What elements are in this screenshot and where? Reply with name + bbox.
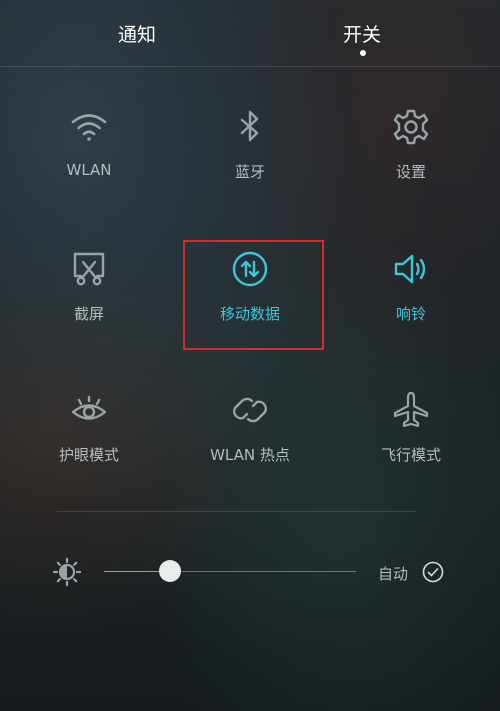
tile-label: 截屏 — [73, 305, 104, 323]
hotspot-icon — [233, 397, 267, 423]
active-tab-indicator — [360, 50, 366, 56]
check-icon[interactable] — [422, 561, 444, 583]
brightness-icon — [52, 557, 82, 587]
tile-screenshot[interactable]: 截屏 — [14, 249, 164, 324]
highlight-box — [183, 240, 324, 350]
wifi-icon — [71, 114, 107, 141]
gear-icon — [393, 109, 429, 145]
section-divider — [56, 511, 416, 512]
eye-care-icon — [71, 395, 107, 420]
brightness-slider[interactable] — [104, 559, 356, 585]
tile-settings[interactable]: 设置 — [336, 107, 486, 182]
tile-label: WLAN — [66, 161, 112, 179]
tile-eye-care[interactable]: 护眼模式 — [14, 390, 164, 465]
tab-toggles[interactable]: 开关 — [343, 20, 381, 47]
tile-label: 护眼模式 — [58, 446, 119, 464]
tab-bar: 通知 开关 — [0, 0, 500, 66]
tile-label: 响铃 — [395, 305, 426, 323]
bluetooth-icon — [240, 110, 259, 142]
tile-label: 飞行模式 — [380, 446, 441, 464]
ringer-icon — [394, 254, 426, 284]
auto-brightness-label: 自动 — [378, 565, 409, 583]
slider-thumb[interactable] — [159, 560, 181, 582]
tile-bluetooth[interactable]: 蓝牙 — [175, 107, 325, 182]
tile-hotspot[interactable]: WLAN 热点 — [175, 390, 325, 465]
tab-notifications[interactable]: 通知 — [118, 20, 156, 47]
tile-label: 蓝牙 — [234, 163, 265, 181]
tile-label: 设置 — [395, 163, 426, 181]
tile-airplane-mode[interactable]: 飞行模式 — [336, 390, 486, 465]
header-divider — [0, 66, 500, 67]
tile-ringer[interactable]: 响铃 — [336, 249, 486, 324]
airplane-icon — [393, 391, 429, 428]
screenshot-icon — [73, 252, 105, 286]
tile-label: WLAN 热点 — [210, 446, 290, 464]
tile-wlan[interactable]: WLAN — [14, 107, 164, 179]
